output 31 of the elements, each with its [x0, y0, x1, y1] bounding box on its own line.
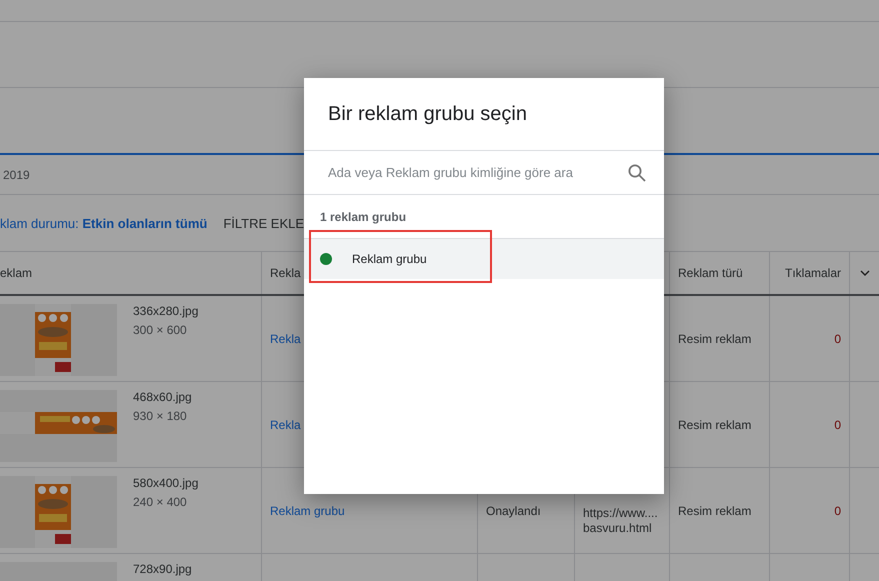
final-url: https://www.... [583, 506, 658, 521]
file-name: 580x400.jpg [133, 476, 198, 490]
column-header[interactable]: eklam [0, 266, 32, 280]
status-text: Onaylandı [486, 504, 541, 518]
file-name: 468x60.jpg [133, 390, 192, 404]
date-range: 2019 [3, 168, 30, 182]
ad-type: Resim reklam [678, 418, 752, 432]
clicks-value: 0 [834, 418, 841, 432]
ad-group-link[interactable]: Rekla [270, 332, 301, 346]
image-size: 240 × 400 [133, 495, 188, 509]
search-icon[interactable] [628, 164, 646, 182]
column-header[interactable]: Tıklamalar [784, 266, 841, 280]
dialog-title: Bir reklam grubu seçin [328, 102, 527, 126]
ad-type: Resim reklam [678, 332, 752, 346]
add-filter-button[interactable]: FİLTRE EKLE [221, 212, 306, 234]
column-header[interactable]: Rekla [270, 266, 301, 280]
ad-type: Resim reklam [678, 504, 752, 518]
filter-chip[interactable]: klam durumu: Etkin olanların tümü [0, 216, 208, 230]
image-size: 930 × 180 [133, 409, 188, 423]
final-url: basvuru.html [583, 521, 653, 536]
clicks-value: 0 [834, 504, 841, 518]
file-name: 336x280.jpg [133, 304, 198, 318]
clicks-value: 0 [834, 332, 841, 346]
image-size: 300 × 600 [133, 323, 188, 337]
chevron-down-icon[interactable] [860, 270, 870, 276]
result-count: 1 reklam grubu [320, 210, 406, 224]
ad-group-item[interactable]: Reklam grubu [304, 239, 664, 279]
file-name: 728x90.jpg [133, 562, 192, 576]
ad-group-link[interactable]: Rekla [270, 418, 301, 432]
column-header[interactable]: Reklam türü [678, 266, 743, 280]
ad-group-link[interactable]: Reklam grubu [270, 504, 345, 518]
